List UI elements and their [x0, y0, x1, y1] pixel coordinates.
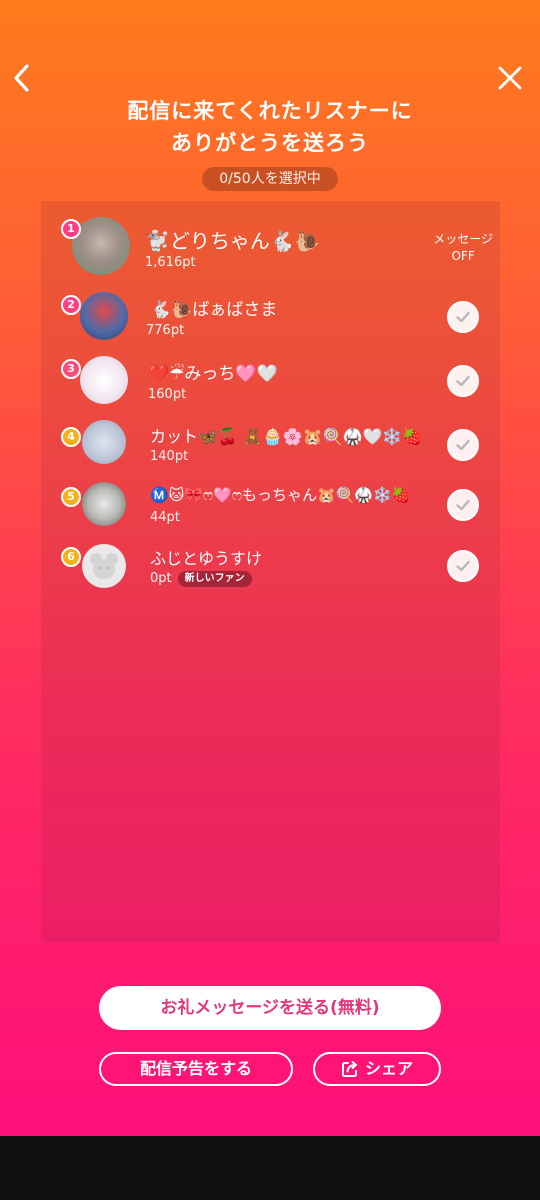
close-button[interactable] [490, 58, 530, 98]
listener-row[interactable]: 5 Ⓜ️🐱🎀ෆ🩷ෆもっちゃん🐹🍭🥋❄️🍓 44pt [41, 477, 500, 533]
select-checkbox[interactable] [447, 301, 479, 333]
listener-row[interactable]: 2 🐇🐌ばぁばさま 776pt [41, 289, 500, 345]
checkmark-icon [456, 439, 470, 451]
send-thanks-message-button[interactable]: お礼メッセージを送る(無料) [99, 986, 441, 1030]
rank-badge: 3 [61, 359, 81, 379]
message-toggle-label: メッセージ [433, 232, 493, 246]
rank-badge: 4 [61, 427, 81, 447]
close-icon [498, 66, 522, 90]
title-line-1: 配信に来てくれたリスナーに [127, 99, 413, 123]
rank-badge: 1 [61, 219, 81, 239]
listener-name: 🐇🐌ばぁばさま [150, 300, 278, 320]
chevron-left-icon [14, 64, 29, 92]
listener-points: 44pt [150, 510, 180, 525]
avatar [82, 420, 126, 464]
selection-counter: 0/50人を選択中 [202, 167, 338, 191]
listener-list: 1 🐩どりちゃん🐇🐌 1,616pt メッセージ OFF 2 🐇🐌ばぁばさま 7… [41, 201, 500, 943]
listener-name: ふじとゆうすけ [150, 549, 263, 568]
share-icon [341, 1061, 357, 1077]
listener-points: 160pt [148, 387, 187, 402]
listener-points: 0pt [150, 571, 172, 586]
listener-name: カット🦋🍒 🧸🧁🌸🐹🍭🥋🤍❄️🍓 [150, 427, 423, 446]
avatar [80, 356, 128, 404]
rank-badge: 6 [61, 547, 81, 567]
select-checkbox[interactable] [447, 550, 479, 582]
checkmark-icon [456, 311, 470, 323]
default-avatar-icon [90, 553, 118, 579]
rank-badge: 2 [61, 295, 81, 315]
avatar [80, 292, 128, 340]
listener-name: 🐩どりちゃん🐇🐌 [145, 229, 320, 253]
system-navigation-bar [0, 1136, 540, 1200]
listener-name: ❤️☔みっち🩷🤍 [148, 364, 278, 384]
listener-row[interactable]: 1 🐩どりちゃん🐇🐌 1,616pt メッセージ OFF [41, 213, 500, 283]
announce-stream-button[interactable]: 配信予告をする [99, 1052, 293, 1086]
avatar [82, 482, 126, 526]
select-checkbox[interactable] [447, 429, 479, 461]
checkmark-icon [456, 375, 470, 387]
listener-points: 776pt [146, 323, 185, 338]
listener-points: 140pt [150, 449, 189, 464]
listener-row[interactable]: 6 ふじとゆうすけ 0pt 新しいファン [41, 539, 500, 595]
avatar [82, 544, 126, 588]
navbar [0, 0, 540, 110]
title-line-2: ありがとうを送ろう [171, 131, 369, 155]
share-label: シェア [364, 1059, 413, 1078]
checkmark-icon [456, 499, 470, 511]
share-button[interactable]: シェア [313, 1052, 441, 1086]
new-fan-badge: 新しいファン [177, 571, 252, 587]
listener-points-line: 0pt 新しいファン [150, 571, 252, 587]
announce-stream-label: 配信予告をする [139, 1059, 252, 1078]
listener-row[interactable]: 4 カット🦋🍒 🧸🧁🌸🐹🍭🥋🤍❄️🍓 140pt [41, 415, 500, 471]
listener-points: 1,616pt [145, 255, 196, 270]
message-toggle[interactable]: メッセージ OFF [433, 231, 493, 265]
listener-name: Ⓜ️🐱🎀ෆ🩷ෆもっちゃん🐹🍭🥋❄️🍓 [150, 486, 411, 504]
page-title: 配信に来てくれたリスナーに ありがとうを送ろう [0, 95, 540, 159]
listener-row[interactable]: 3 ❤️☔みっち🩷🤍 160pt [41, 353, 500, 409]
rank-badge: 5 [61, 487, 81, 507]
screen: 配信に来てくれたリスナーに ありがとうを送ろう 0/50人を選択中 1 🐩どりち… [0, 0, 540, 1136]
select-checkbox[interactable] [447, 489, 479, 521]
message-toggle-state: OFF [451, 249, 475, 263]
back-button[interactable] [2, 58, 42, 98]
checkmark-icon [456, 560, 470, 572]
select-checkbox[interactable] [447, 365, 479, 397]
